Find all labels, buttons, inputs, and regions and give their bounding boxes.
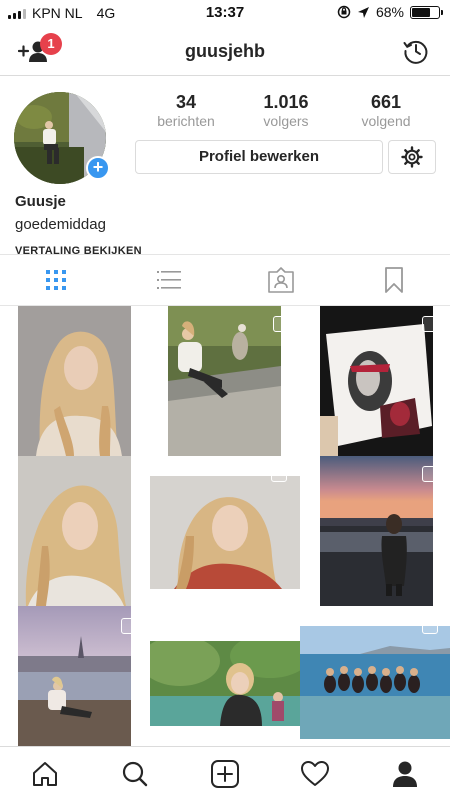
- stat-following[interactable]: 661 volgend: [336, 92, 436, 132]
- post-image: [18, 306, 131, 456]
- post-image: [300, 626, 450, 739]
- select-checkbox[interactable]: [121, 618, 137, 634]
- select-checkbox[interactable]: [422, 466, 438, 482]
- history-icon: [403, 40, 428, 64]
- stat-value: 1.016: [263, 92, 309, 112]
- stat-label: volgers: [263, 113, 309, 129]
- tab-grid[interactable]: [0, 255, 113, 305]
- nav-search[interactable]: [90, 747, 180, 800]
- location-arrow-icon: [357, 6, 369, 18]
- plus-icon: +: [92, 157, 104, 177]
- add-story-button[interactable]: +: [86, 156, 110, 180]
- post-thumbnail[interactable]: [150, 456, 300, 606]
- select-checkbox[interactable]: [271, 466, 287, 482]
- nav-new-post[interactable]: [180, 747, 270, 800]
- post-image: [18, 456, 131, 606]
- tab-saved[interactable]: [338, 255, 450, 305]
- post-image: [150, 641, 300, 726]
- nav-profile[interactable]: [360, 747, 450, 800]
- post-thumbnail[interactable]: [300, 456, 450, 606]
- bookmark-icon: [384, 267, 403, 293]
- stat-label: berichten: [157, 113, 215, 129]
- gear-icon: [401, 146, 423, 168]
- tab-tagged[interactable]: [225, 255, 338, 305]
- new-post-icon: [211, 759, 239, 788]
- display-name: Guusje: [15, 193, 66, 210]
- tab-list[interactable]: [113, 255, 226, 305]
- battery-percent: 68%: [375, 4, 404, 20]
- post-thumbnail[interactable]: [300, 606, 450, 746]
- nav-activity[interactable]: [270, 747, 360, 800]
- rotation-lock-icon: [337, 5, 351, 19]
- page-title: guusjehb: [185, 41, 265, 61]
- post-thumbnail[interactable]: [0, 306, 150, 456]
- activity-icon: [301, 760, 329, 786]
- list-icon: [156, 271, 181, 289]
- profile-icon: [393, 761, 417, 787]
- bottom-navigation: [0, 746, 450, 800]
- stat-value: 34: [175, 92, 197, 112]
- tagged-icon: [268, 267, 295, 293]
- stat-label: volgend: [361, 113, 411, 129]
- photo-grid: [0, 306, 450, 746]
- post-image: [150, 476, 300, 589]
- translate-link[interactable]: VERTALING BEKIJKEN: [15, 246, 142, 254]
- select-checkbox[interactable]: [273, 316, 289, 332]
- post-thumbnail[interactable]: [150, 606, 300, 746]
- select-checkbox[interactable]: [422, 316, 438, 332]
- profile-stats: 34 berichten 1.016 volgers 661 volgend: [136, 92, 436, 132]
- home-icon: [33, 761, 57, 786]
- nav-home[interactable]: [0, 747, 90, 800]
- status-bar: KPN NL 4G 13:37 68%: [0, 0, 450, 26]
- stat-value: 661: [370, 92, 402, 112]
- settings-button[interactable]: [388, 140, 436, 174]
- top-navigation: 1 guusjehb: [0, 26, 450, 76]
- profile-tabs: [0, 254, 450, 306]
- post-image: [168, 306, 281, 456]
- stat-followers[interactable]: 1.016 volgers: [236, 92, 336, 132]
- profile-avatar[interactable]: +: [14, 92, 110, 184]
- select-checkbox[interactable]: [422, 618, 438, 634]
- post-image: [320, 306, 433, 456]
- archive-button[interactable]: [402, 37, 430, 65]
- post-thumbnail[interactable]: [150, 306, 300, 456]
- bio-text: goedemiddag: [15, 216, 106, 233]
- edit-profile-button[interactable]: Profiel bewerken: [135, 140, 383, 174]
- battery-icon: [410, 5, 443, 19]
- grid-icon: [46, 270, 67, 290]
- post-thumbnail[interactable]: [0, 456, 150, 606]
- post-image: [320, 456, 433, 606]
- post-image: [18, 606, 131, 746]
- search-icon: [122, 761, 148, 786]
- stat-posts[interactable]: 34 berichten: [136, 92, 236, 132]
- post-thumbnail[interactable]: [300, 306, 450, 456]
- post-thumbnail[interactable]: [0, 606, 150, 746]
